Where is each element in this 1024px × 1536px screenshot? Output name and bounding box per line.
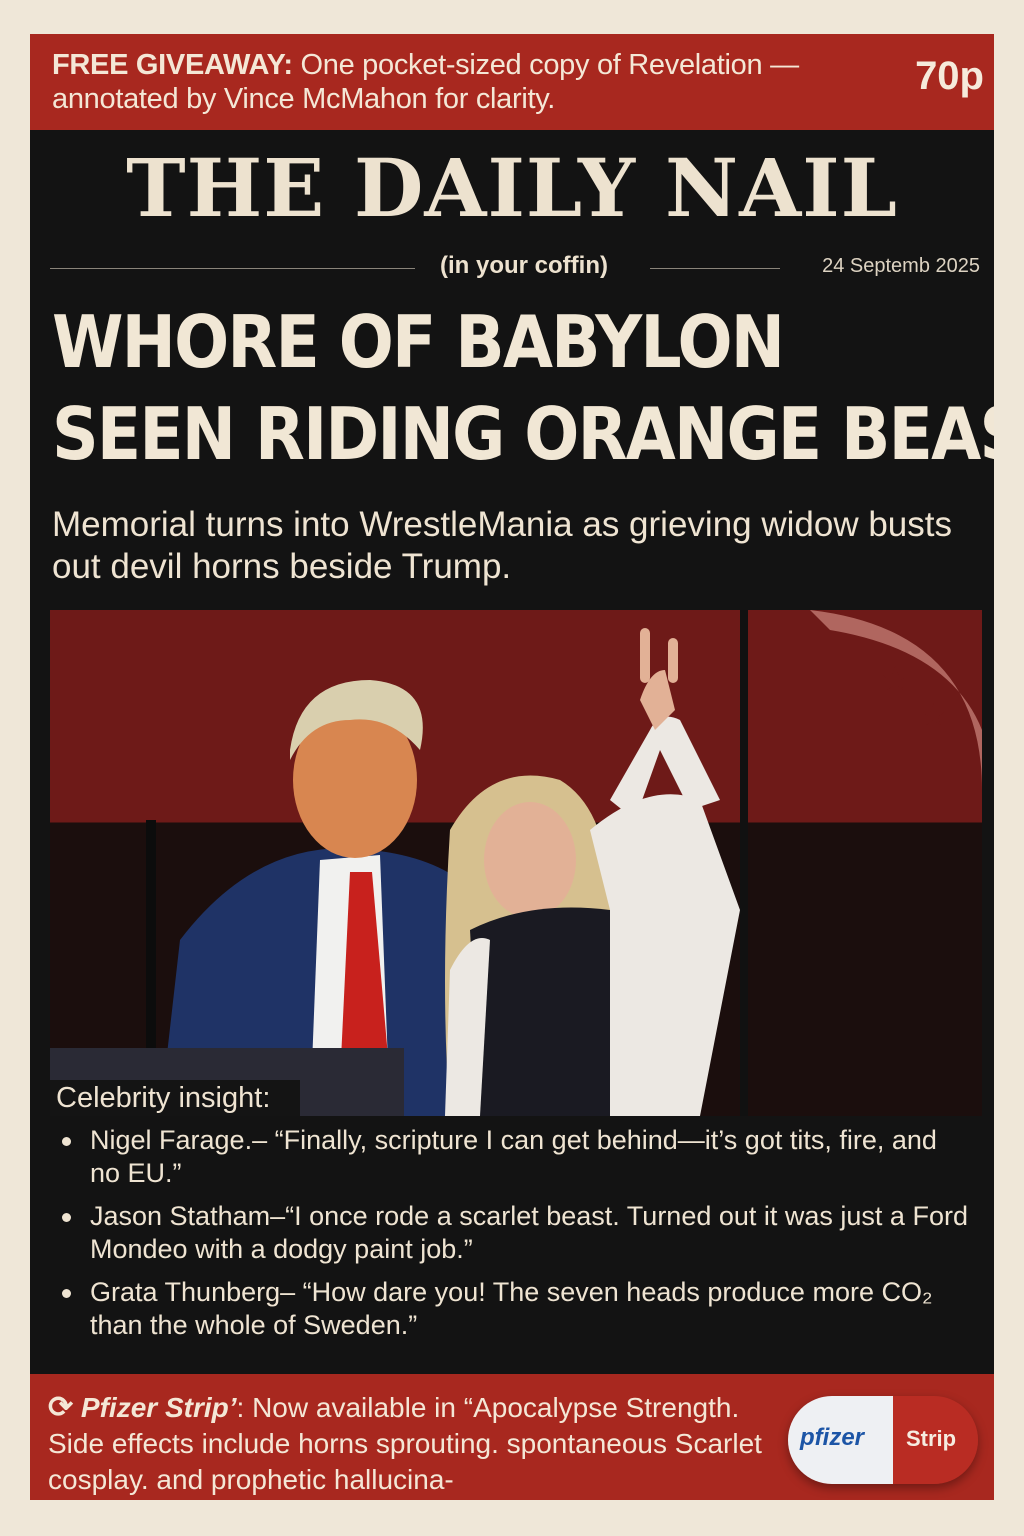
pill-brand-logo: pfizer	[800, 1424, 865, 1451]
star-icon: ★	[920, 699, 947, 732]
masthead-title: THE DAILY NAIL	[126, 141, 898, 235]
finger-pinky	[668, 638, 678, 683]
giveaway-label: FREE GIVEAWAY:	[52, 49, 293, 81]
woman-blazer	[590, 794, 740, 1116]
celebrity-quotes-list: Nigel Farage.– “Finally, scripture I can…	[62, 1124, 972, 1352]
issue-date: 24 Septemb 2025	[822, 255, 980, 277]
photo-illustration: ★ ★	[50, 610, 982, 1116]
woman-face	[484, 802, 576, 918]
star-icon: ★	[880, 660, 910, 698]
main-headline: WHORE OF BABYLON SEEN RIDING ORANGE BEAS…	[52, 296, 994, 480]
bunting-arc	[810, 610, 982, 790]
celebrity-quote: Grata Thunberg– “How dare you! The seven…	[62, 1276, 972, 1342]
pfizer-advert: ⟳ Pfizer Strip’: Now available in “Apoca…	[30, 1374, 994, 1500]
cover-price: 70p	[915, 54, 984, 98]
celebrity-quote: Jason Statham–“I once rode a scarlet bea…	[62, 1200, 972, 1266]
news-photo: ★ ★	[50, 610, 982, 1116]
headline-line-2: SEEN RIDING ORANGE BEAST	[52, 392, 994, 476]
left-rule	[50, 268, 415, 269]
giveaway-banner: FREE GIVEAWAY: One pocket-sized copy of …	[30, 34, 994, 130]
stage-pole	[740, 610, 748, 1116]
advert-brand: Pfizer Strip’	[80, 1392, 237, 1423]
finger-index	[640, 628, 650, 683]
advert-text: ⟳ Pfizer Strip’: Now available in “Apoca…	[48, 1390, 788, 1498]
masthead-rule-row: (in your coffin) 24 Septemb 2025	[50, 252, 980, 286]
giveaway-text: FREE GIVEAWAY: One pocket-sized copy of …	[52, 48, 882, 116]
pfizer-logo-icon: ⟳	[48, 1391, 74, 1424]
masthead-tagline: (in your coffin)	[440, 252, 608, 279]
celebrity-insight-title: Celebrity insight:	[56, 1082, 271, 1114]
celebrity-quote: Nigel Farage.– “Finally, scripture I can…	[62, 1124, 972, 1190]
right-rule	[650, 268, 780, 269]
pill-capsule-image: pfizer Strip	[788, 1396, 978, 1484]
pill-label: Strip	[906, 1426, 957, 1451]
headline-line-1: WHORE OF BABYLON	[52, 300, 785, 384]
subheadline: Memorial turns into WrestleMania as grie…	[52, 505, 952, 586]
newspaper-page: FREE GIVEAWAY: One pocket-sized copy of …	[30, 34, 994, 1500]
